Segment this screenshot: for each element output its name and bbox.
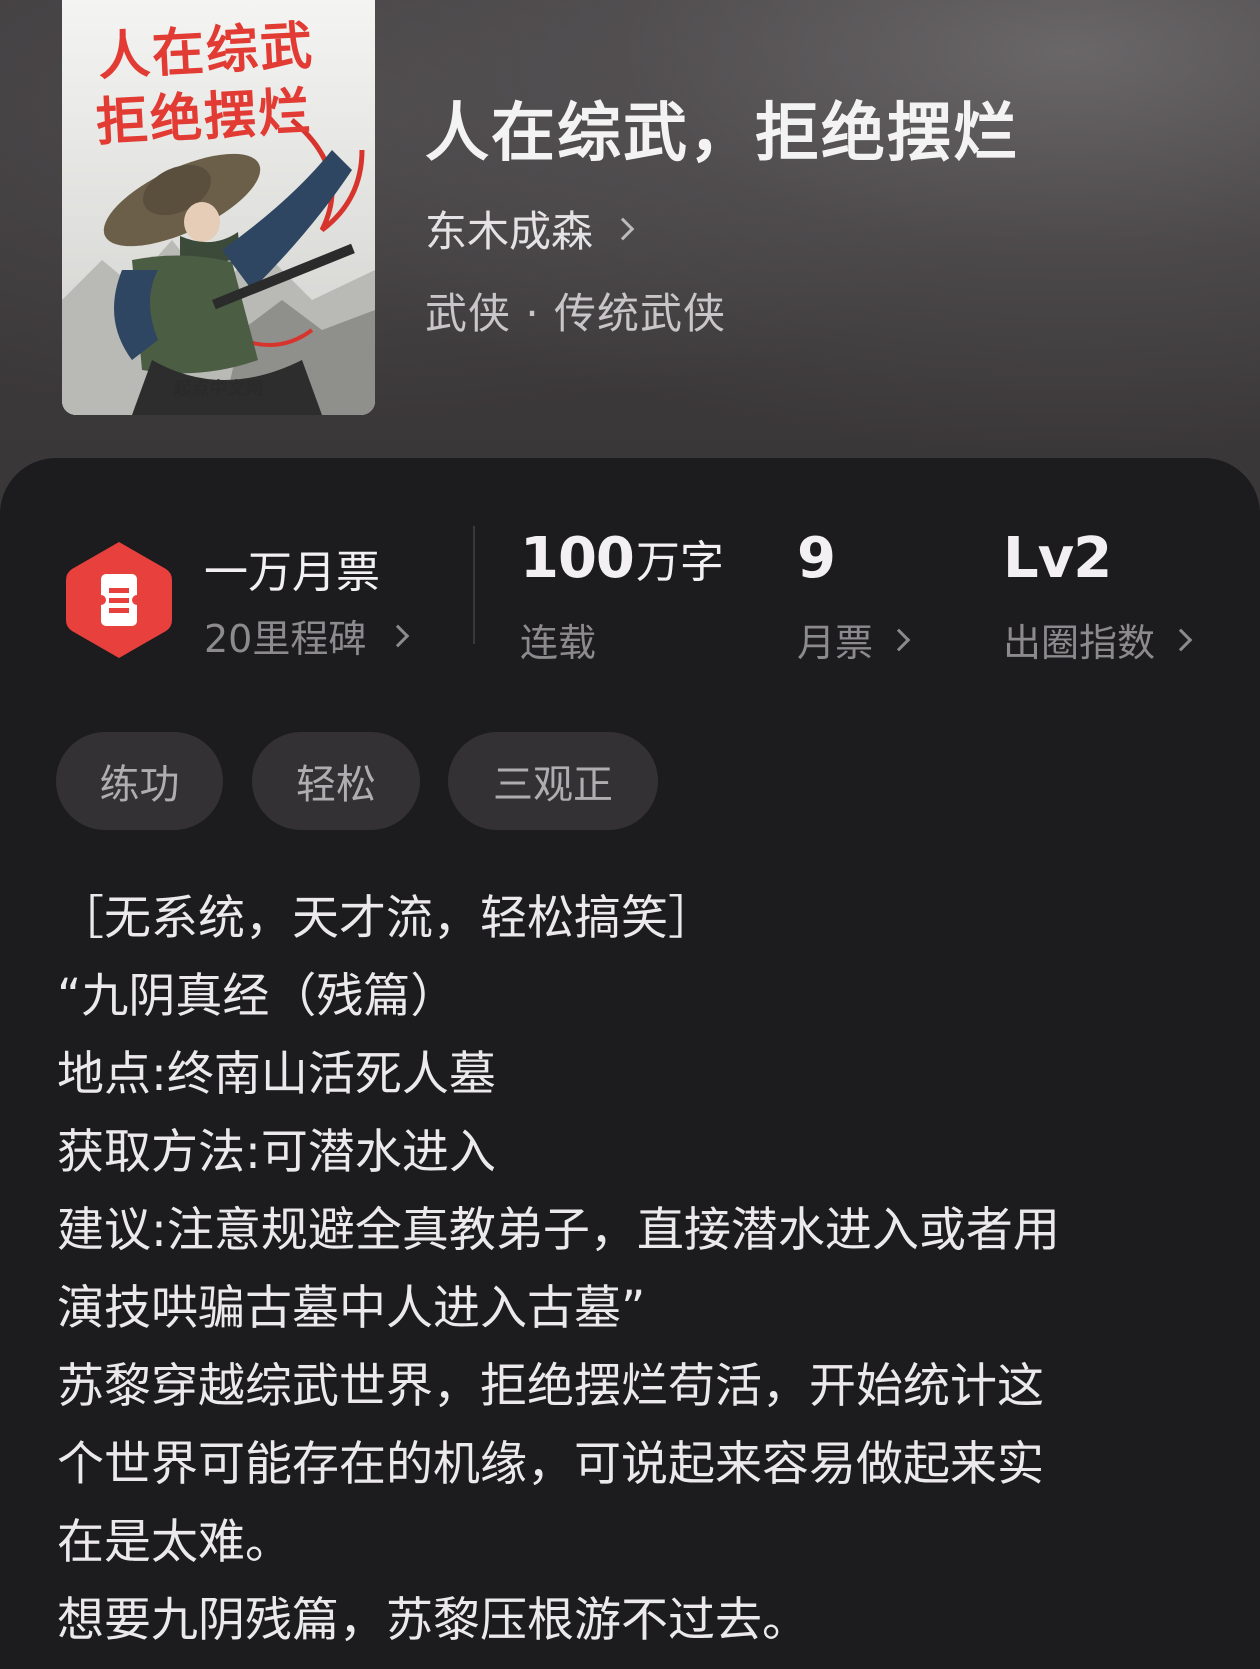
- word-count-unit: 万字: [635, 537, 724, 588]
- book-synopsis[interactable]: ［无系统，天才流，轻松搞笑］ “九阴真经（残篇） 地点:终南山活死人墓 获取方法…: [57, 880, 1227, 1660]
- cover-title-line1: 人在综武: [96, 15, 316, 88]
- tag-chip[interactable]: 轻松: [252, 732, 420, 830]
- tag-label: 练功: [99, 762, 180, 808]
- popularity-index-value: Lv2: [1003, 526, 1112, 591]
- synopsis-line: 苏黎穿越综武世界，拒绝摆烂苟活，开始统计这: [57, 1359, 1044, 1414]
- ticket-milestone-link[interactable]: 20里程碑: [204, 608, 410, 663]
- cover-publisher-logo: 起点中文网: [174, 379, 264, 399]
- popularity-index-link[interactable]: 出圈指数: [1003, 612, 1193, 667]
- ticket-milestone-count: 20里程碑: [204, 617, 367, 661]
- tag-chip[interactable]: 练功: [56, 732, 223, 830]
- popularity-index: Lv2: [1003, 526, 1112, 591]
- word-count: 100万字: [520, 526, 724, 591]
- synopsis-line: 演技哄骗古墓中人进入古墓”: [57, 1281, 646, 1336]
- synopsis-line: ［无系统，天才流，轻松搞笑］: [57, 891, 715, 946]
- monthly-ticket-label: 月票: [797, 621, 874, 665]
- synopsis-line: 获取方法:可潜水进入: [57, 1125, 496, 1180]
- chevron-right-icon: [1169, 628, 1193, 651]
- book-title: 人在综武，拒绝摆烂: [425, 97, 1019, 171]
- chevron-right-icon: [611, 217, 635, 240]
- cover-title-line2: 拒绝摆烂: [94, 81, 314, 154]
- word-count-value: 100: [520, 526, 635, 591]
- synopsis-line: “九阴真经（残篇）: [57, 969, 458, 1024]
- synopsis-line: 地点:终南山活死人墓: [57, 1047, 496, 1102]
- tag-chip[interactable]: 三观正: [448, 732, 658, 830]
- synopsis-line: 想要九阴残篇，苏黎压根游不过去。: [57, 1593, 809, 1648]
- chevron-right-icon: [387, 624, 410, 647]
- stats-divider: [473, 526, 475, 644]
- serial-status-label: 连载: [520, 621, 597, 665]
- author-link[interactable]: 东木成森: [425, 198, 635, 259]
- tag-label: 轻松: [296, 762, 376, 808]
- synopsis-line: 个世界可能存在的机缘，可说起来容易做起来实: [57, 1437, 1044, 1492]
- book-cover[interactable]: 人在综武 拒绝摆烂 起点中文网: [62, 0, 375, 415]
- monthly-ticket-count: 9: [797, 526, 836, 591]
- monthly-ticket-link[interactable]: 月票: [797, 612, 911, 667]
- serial-status: 连载: [520, 612, 596, 667]
- tag-label: 三观正: [493, 762, 613, 808]
- popularity-index-label: 出圈指数: [1003, 621, 1156, 665]
- author-name: 东木成森: [425, 207, 594, 256]
- ticket-milestone-label: 一万月票: [204, 547, 380, 598]
- monthly-ticket-value: 9: [797, 526, 836, 591]
- monthly-ticket-icon[interactable]: [62, 538, 176, 662]
- book-genre: 武侠 · 传统武侠: [425, 289, 727, 338]
- synopsis-line: 在是太难。: [57, 1515, 292, 1570]
- chevron-right-icon: [887, 628, 911, 651]
- synopsis-line: 建议:注意规避全真教弟子，直接潜水进入或者用: [57, 1203, 1060, 1258]
